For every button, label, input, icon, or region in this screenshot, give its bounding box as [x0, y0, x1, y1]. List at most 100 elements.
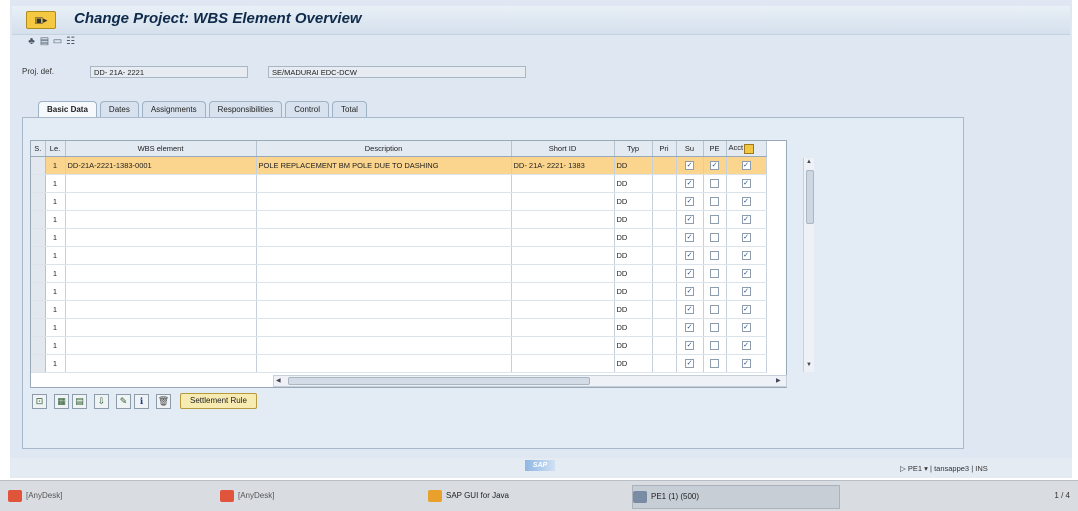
- row-selector[interactable]: [31, 264, 46, 283]
- column-header-su[interactable]: Su: [676, 141, 704, 157]
- column-header-description[interactable]: Description: [256, 141, 512, 157]
- short-id-cell[interactable]: [511, 336, 615, 355]
- short-id-cell[interactable]: [511, 192, 615, 211]
- su-checkbox-box[interactable]: ✓: [685, 287, 694, 297]
- pe-checkbox-box[interactable]: ✓: [710, 161, 719, 171]
- short-id-cell[interactable]: [511, 282, 615, 301]
- level-cell[interactable]: 1: [45, 354, 66, 373]
- type-cell[interactable]: DD: [614, 228, 653, 247]
- column-header-pe[interactable]: PE: [703, 141, 727, 157]
- wbs-element-cell[interactable]: [65, 246, 257, 265]
- short-id-cell[interactable]: DD- 21A- 2221- 1383: [511, 156, 615, 175]
- priority-cell[interactable]: [652, 264, 677, 283]
- su-checkbox-box[interactable]: ✓: [685, 323, 694, 333]
- level-cell[interactable]: 1: [45, 228, 66, 247]
- wbs-element-cell[interactable]: [65, 318, 257, 337]
- row-selector[interactable]: [31, 300, 46, 319]
- detail-icon[interactable]: ⊡: [32, 393, 47, 409]
- su-checkbox-box[interactable]: ✓: [685, 233, 694, 243]
- tab-basic-data[interactable]: Basic Data: [38, 101, 97, 117]
- table-row[interactable]: 1 DD ✓ ✓: [31, 264, 767, 283]
- type-cell[interactable]: DD: [614, 318, 653, 337]
- column-header-pri[interactable]: Pri: [652, 141, 677, 157]
- table-settings-icon[interactable]: [744, 143, 755, 154]
- short-id-cell[interactable]: [511, 174, 615, 193]
- vertical-scrollbar[interactable]: ▲ ▼: [803, 158, 814, 372]
- acct-checkbox-box[interactable]: ✓: [741, 323, 751, 333]
- wbs-element-cell[interactable]: [65, 174, 257, 193]
- wbs-element-cell[interactable]: DD-21A-2221-1383-0001: [65, 156, 257, 175]
- priority-cell[interactable]: [652, 282, 677, 301]
- short-id-cell[interactable]: [511, 354, 615, 373]
- taskbar-item-sap-gui[interactable]: SAP GUI for Java: [428, 485, 624, 507]
- wbs-element-cell[interactable]: [65, 228, 257, 247]
- type-cell[interactable]: DD: [614, 354, 653, 373]
- su-checkbox-box[interactable]: ✓: [685, 305, 694, 315]
- proj-description-field[interactable]: SE/MADURAI EDC-DCW: [268, 66, 526, 78]
- su-checkbox-box[interactable]: ✓: [685, 341, 694, 351]
- structure-icon[interactable]: ▤: [39, 36, 50, 47]
- scroll-right-icon[interactable]: ▶: [776, 377, 781, 384]
- pe-checkbox-box[interactable]: [710, 215, 719, 225]
- tab-assignments[interactable]: Assignments: [141, 101, 206, 117]
- level-cell[interactable]: 1: [45, 336, 66, 355]
- type-cell[interactable]: DD: [614, 336, 653, 355]
- description-cell[interactable]: [256, 210, 512, 229]
- level-cell[interactable]: 1: [45, 210, 66, 229]
- acct-checkbox-box[interactable]: ✓: [741, 233, 751, 243]
- description-cell[interactable]: [256, 354, 512, 373]
- type-cell[interactable]: DD: [614, 264, 653, 283]
- table-row[interactable]: 1 DD ✓ ✓: [31, 228, 767, 247]
- description-cell[interactable]: [256, 174, 512, 193]
- level-cell[interactable]: 1: [45, 318, 66, 337]
- wbs-element-cell[interactable]: [65, 192, 257, 211]
- hierarchy-icon[interactable]: ♣: [26, 36, 37, 47]
- row-selector[interactable]: [31, 228, 46, 247]
- row-selector[interactable]: [31, 156, 46, 175]
- row-selector[interactable]: [31, 246, 46, 265]
- level-cell[interactable]: 1: [45, 246, 66, 265]
- column-header-acct[interactable]: Acct: [726, 141, 767, 157]
- taskbar-item-anydesk-2[interactable]: [AnyDesk]: [220, 485, 420, 507]
- table-row[interactable]: 1 DD ✓ ✓: [31, 318, 767, 337]
- su-checkbox-box[interactable]: ✓: [685, 215, 694, 225]
- row-selector[interactable]: [31, 354, 46, 373]
- short-id-cell[interactable]: [511, 228, 615, 247]
- acct-checkbox-box[interactable]: ✓: [741, 197, 751, 207]
- table-row[interactable]: 1 DD ✓ ✓: [31, 300, 767, 319]
- pe-checkbox-box[interactable]: [710, 341, 719, 351]
- copy-icon[interactable]: ▤: [72, 393, 87, 409]
- pe-checkbox-box[interactable]: [710, 179, 719, 189]
- type-cell[interactable]: DD: [614, 156, 653, 175]
- priority-cell[interactable]: [652, 228, 677, 247]
- row-selector[interactable]: [31, 336, 46, 355]
- settings-icon[interactable]: ☷: [65, 36, 76, 47]
- table-row[interactable]: 1 DD ✓ ✓: [31, 174, 767, 193]
- table-row[interactable]: 1 DD ✓ ✓: [31, 210, 767, 229]
- tab-responsibilities[interactable]: Responsibilities: [208, 101, 283, 117]
- table-row[interactable]: 1 DD-21A-2221-1383-0001 POLE REPLACEMENT B…: [31, 156, 767, 175]
- acct-checkbox-box[interactable]: ✓: [741, 179, 751, 189]
- level-cell[interactable]: 1: [45, 264, 66, 283]
- row-selector[interactable]: [31, 174, 46, 193]
- table-row[interactable]: 1 DD ✓ ✓: [31, 336, 767, 355]
- type-cell[interactable]: DD: [614, 246, 653, 265]
- table-row[interactable]: 1 DD ✓ ✓: [31, 354, 767, 373]
- workspace-pager[interactable]: 1 / 4: [1054, 485, 1070, 507]
- table-row[interactable]: 1 DD ✓ ✓: [31, 192, 767, 211]
- wbs-element-cell[interactable]: [65, 300, 257, 319]
- taskbar-item-anydesk-1[interactable]: [AnyDesk]: [8, 485, 208, 507]
- row-selector[interactable]: [31, 210, 46, 229]
- priority-cell[interactable]: [652, 354, 677, 373]
- row-selector[interactable]: [31, 192, 46, 211]
- scroll-up-icon[interactable]: ▲: [806, 159, 812, 165]
- short-id-cell[interactable]: [511, 318, 615, 337]
- pe-checkbox-box[interactable]: [710, 359, 719, 369]
- column-header-typ[interactable]: Typ: [614, 141, 653, 157]
- column-header-level[interactable]: Le.: [45, 141, 66, 157]
- system-dropdown-icon[interactable]: ▾: [924, 464, 928, 473]
- acct-checkbox-box[interactable]: ✓: [741, 269, 751, 279]
- taskbar-item-pe1[interactable]: PE1 (1) (500): [632, 485, 840, 509]
- su-checkbox-box[interactable]: ✓: [685, 179, 694, 189]
- delete-icon[interactable]: 🗑: [156, 393, 171, 409]
